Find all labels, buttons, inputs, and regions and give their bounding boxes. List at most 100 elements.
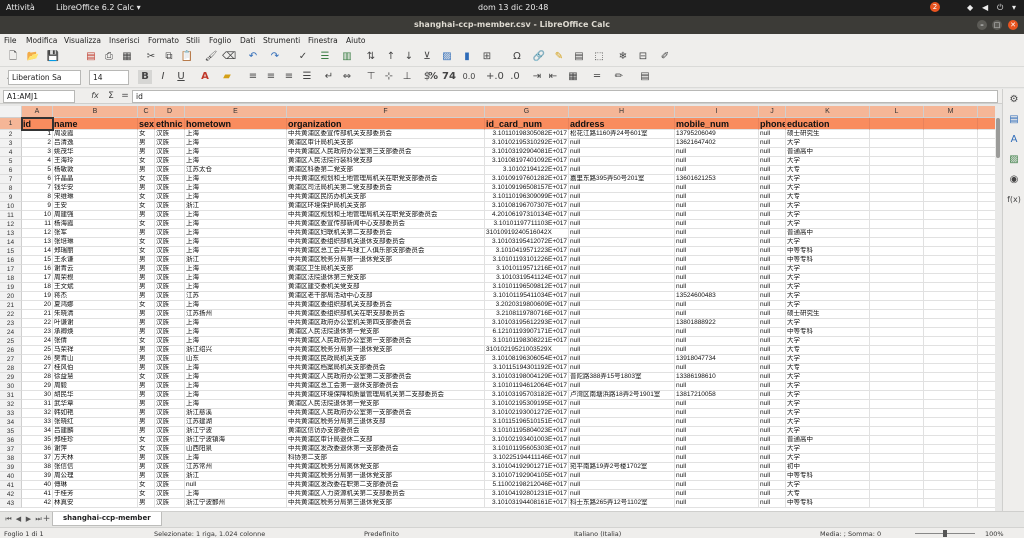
cell-n[interactable]: [978, 184, 995, 193]
sort-ascending-icon[interactable]: ↑: [384, 50, 398, 64]
cell-mobile-num[interactable]: null: [675, 346, 759, 355]
cell-ethnic[interactable]: 汉族: [155, 400, 185, 409]
cell-id-card-num[interactable]: 6.12101193907171E+017: [485, 328, 569, 337]
cell-name[interactable]: 王海玲: [53, 157, 138, 166]
cell-sex[interactable]: 女: [138, 247, 155, 256]
cell-n[interactable]: [978, 418, 995, 427]
cell-l[interactable]: [870, 454, 924, 463]
cell-ethnic[interactable]: 汉族: [155, 436, 185, 445]
cell-hometown[interactable]: 上海: [185, 220, 287, 229]
cell-m[interactable]: [924, 148, 978, 157]
hyperlink-icon[interactable]: 🔗: [532, 50, 546, 64]
header-cell-phone[interactable]: phone: [759, 118, 786, 130]
cell-l[interactable]: [870, 364, 924, 373]
cell-organization[interactable]: 中共黄浦区人力资源机关第二支部委员会: [287, 490, 485, 499]
cell-n[interactable]: [978, 454, 995, 463]
cell-sex[interactable]: 男: [138, 409, 155, 418]
cell-id[interactable]: 19: [22, 292, 53, 301]
cell-education[interactable]: 中等专科: [786, 256, 870, 265]
cell-ethnic[interactable]: 汉族: [155, 148, 185, 157]
cell-m[interactable]: [924, 445, 978, 454]
close-button[interactable]: ✕: [1008, 20, 1018, 30]
volume-icon[interactable]: ◀: [982, 3, 988, 12]
cell-organization[interactable]: 中共黄浦区总工会乒乓球工人俱乐部支部委员会: [287, 247, 485, 256]
cell-l[interactable]: [870, 409, 924, 418]
cell-m[interactable]: [924, 409, 978, 418]
cell-m[interactable]: [924, 229, 978, 238]
cell-id[interactable]: 33: [22, 418, 53, 427]
cell-m[interactable]: [924, 328, 978, 337]
cell-education[interactable]: 大学: [786, 427, 870, 436]
cell-address[interactable]: null: [569, 418, 675, 427]
row-header[interactable]: 17: [0, 265, 22, 274]
cell-n[interactable]: [978, 346, 995, 355]
cell-sex[interactable]: 男: [138, 499, 155, 508]
cell-organization[interactable]: 黄浦区信访办支部委员会: [287, 427, 485, 436]
cell-organization[interactable]: 中共黄浦区妇联机关第二支部委员会: [287, 229, 485, 238]
cell-sex[interactable]: 男: [138, 382, 155, 391]
cell-phone[interactable]: null: [759, 184, 786, 193]
cell-name[interactable]: 郑瑞丽: [53, 247, 138, 256]
menu-formato[interactable]: Formato: [148, 36, 179, 45]
header-cell-n[interactable]: [978, 118, 995, 130]
cell-l[interactable]: [870, 319, 924, 328]
cell-l[interactable]: [870, 499, 924, 508]
font-size-box[interactable]: 14: [89, 70, 129, 85]
cell-id[interactable]: 18: [22, 283, 53, 292]
cell-phone[interactable]: null: [759, 175, 786, 184]
cell-id[interactable]: 6: [22, 175, 53, 184]
merge-cells-icon[interactable]: ⇔: [340, 70, 354, 84]
cell-id-card-num[interactable]: 3.10101194612064E+017: [485, 382, 569, 391]
cell-education[interactable]: 大学: [786, 391, 870, 400]
cell-n[interactable]: [978, 139, 995, 148]
cell-sex[interactable]: 女: [138, 301, 155, 310]
cell-id-card-num[interactable]: 3.2020319800609E+017: [485, 301, 569, 310]
add-sheet-icon[interactable]: +: [42, 514, 51, 524]
cell-sex[interactable]: 女: [138, 445, 155, 454]
number-format-button[interactable]: 74: [442, 70, 456, 84]
cell-mobile-num[interactable]: null: [675, 229, 759, 238]
row-header[interactable]: 36: [0, 436, 22, 445]
scrollbar-thumb[interactable]: [996, 118, 1000, 158]
cell-organization[interactable]: 中共黄浦区发改委在职第二支部委员会: [287, 481, 485, 490]
cell-address[interactable]: null: [569, 364, 675, 373]
cell-id[interactable]: 1: [22, 130, 53, 139]
cell-name[interactable]: 韩如艳: [53, 409, 138, 418]
system-menu-chevron-icon[interactable]: ▾: [1012, 3, 1016, 12]
cell-hometown[interactable]: 上海: [185, 175, 287, 184]
decimal-button[interactable]: 0.0: [462, 70, 476, 84]
cell-l[interactable]: [870, 418, 924, 427]
cell-address[interactable]: 科士东路265弄12号1102室: [569, 499, 675, 508]
row-header[interactable]: 10: [0, 202, 22, 211]
vertical-scrollbar[interactable]: [995, 106, 1001, 511]
cell-phone[interactable]: null: [759, 328, 786, 337]
cell-id-card-num[interactable]: 3.2108119780716E+017: [485, 310, 569, 319]
cell-hometown[interactable]: 上海: [185, 319, 287, 328]
cell-l[interactable]: [870, 175, 924, 184]
cell-name[interactable]: 樊青山: [53, 355, 138, 364]
cell-id-card-num[interactable]: 3.10104192901271E+017: [485, 463, 569, 472]
cell-phone[interactable]: null: [759, 436, 786, 445]
special-character-icon[interactable]: Ω: [510, 50, 524, 64]
gallery-icon[interactable]: ▨: [1007, 153, 1021, 167]
cell-l[interactable]: [870, 256, 924, 265]
cell-ethnic[interactable]: 汉族: [155, 337, 185, 346]
cell-n[interactable]: [978, 445, 995, 454]
cell-m[interactable]: [924, 283, 978, 292]
header-cell-l[interactable]: [870, 118, 924, 130]
row-header[interactable]: 28: [0, 364, 22, 373]
cell-education[interactable]: 大专: [786, 490, 870, 499]
cell-n[interactable]: [978, 490, 995, 499]
cell-education[interactable]: 大专: [786, 166, 870, 175]
cell-mobile-num[interactable]: 13621647402: [675, 139, 759, 148]
cell-education[interactable]: 大学: [786, 274, 870, 283]
cell-n[interactable]: [978, 481, 995, 490]
paste-icon[interactable]: 📋: [180, 50, 194, 64]
cell-phone[interactable]: null: [759, 211, 786, 220]
cell-address[interactable]: null: [569, 400, 675, 409]
cell-l[interactable]: [870, 202, 924, 211]
power-icon[interactable]: ⏻: [997, 3, 1003, 13]
cell-id[interactable]: 15: [22, 256, 53, 265]
cell-organization[interactable]: 中共黄浦区民防办机关支部: [287, 193, 485, 202]
cell-m[interactable]: [924, 157, 978, 166]
